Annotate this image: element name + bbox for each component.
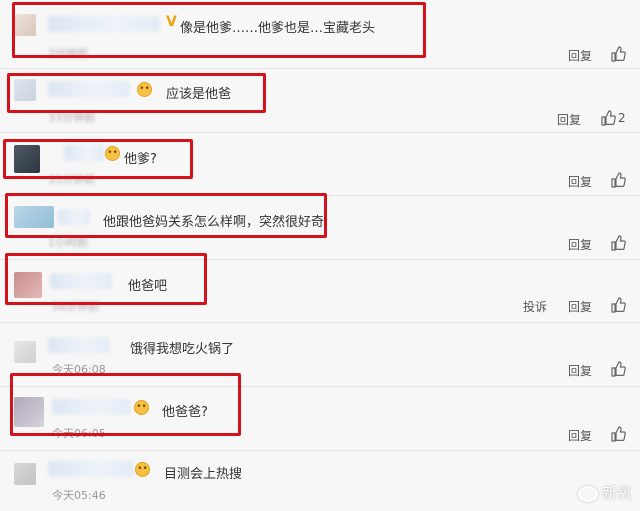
comment-text: 饿得我想吃火锅了 xyxy=(130,342,235,357)
comment-item: 饿得我想吃火锅了 今天06:08 回复 xyxy=(0,323,640,386)
comment-item: V 像是他爹……他爹也是…宝藏老头 2分钟前 回复 xyxy=(0,0,640,68)
username[interactable] xyxy=(52,399,130,415)
comment-list: V 像是他爹……他爹也是…宝藏老头 2分钟前 回复 •• 应该是他爸 33分钟前… xyxy=(0,0,640,511)
avatar[interactable] xyxy=(14,341,36,363)
thumbs-up-icon[interactable] xyxy=(610,46,626,62)
comment-text: 像是他爹……他爹也是…宝藏老头 xyxy=(180,21,376,36)
avatar[interactable] xyxy=(14,272,42,298)
reply-button[interactable]: 回复 xyxy=(568,427,592,444)
username[interactable] xyxy=(48,337,110,353)
thumbs-up-icon[interactable] xyxy=(610,426,626,442)
avatar[interactable] xyxy=(14,79,36,101)
thumbs-up-icon[interactable] xyxy=(610,172,626,188)
thumbs-up-icon[interactable] xyxy=(610,235,626,251)
username[interactable] xyxy=(64,145,104,161)
report-button[interactable]: 投诉 xyxy=(523,298,547,315)
comment-text: 目测会上热搜 xyxy=(164,467,243,482)
comment-item: •• 他爹? 35分钟前 回复 xyxy=(0,133,640,195)
reply-button[interactable]: 回复 xyxy=(557,111,581,128)
timestamp: 35分钟前 xyxy=(48,173,95,186)
reply-button[interactable]: 回复 xyxy=(568,298,592,315)
avatar[interactable] xyxy=(14,145,40,173)
username[interactable] xyxy=(48,461,134,477)
username[interactable] xyxy=(48,16,160,32)
vip-v-icon: V xyxy=(166,14,177,30)
emoji-badge-icon: •• xyxy=(105,146,120,161)
avatar[interactable] xyxy=(14,463,36,485)
timestamp: 1小时前 xyxy=(48,236,88,249)
emoji-badge-icon: •• xyxy=(134,400,149,415)
emoji-badge-icon: •• xyxy=(137,82,152,97)
comment-item: 他爸吧 58分钟前 投诉 回复 xyxy=(0,260,640,322)
wechat-icon xyxy=(577,485,598,502)
thumbs-up-icon[interactable] xyxy=(600,110,616,126)
comment-text: 他爹? xyxy=(124,152,157,167)
comment-item: 他跟他爸妈关系怎么样啊，突然很好奇 1小时前 回复 xyxy=(0,196,640,259)
timestamp: 33分钟前 xyxy=(48,111,95,124)
avatar[interactable] xyxy=(14,397,44,427)
reply-button[interactable]: 回复 xyxy=(568,173,592,190)
timestamp: 今天06:08 xyxy=(52,363,106,376)
username[interactable] xyxy=(58,209,90,225)
username[interactable] xyxy=(48,81,130,97)
like-count: 2 xyxy=(618,111,626,125)
timestamp: 今天06:05 xyxy=(52,427,106,440)
username[interactable] xyxy=(50,273,112,289)
reply-button[interactable]: 回复 xyxy=(568,362,592,379)
emoji-badge-icon: •• xyxy=(135,462,150,477)
comment-text: 他爸吧 xyxy=(128,279,168,294)
comment-item: •• 他爸爸? 今天06:05 回复 xyxy=(0,387,640,450)
watermark-text: 新氧 xyxy=(601,484,632,502)
timestamp: 今天05:46 xyxy=(52,489,106,502)
thumbs-up-icon[interactable] xyxy=(610,297,626,313)
avatar[interactable] xyxy=(14,206,54,228)
watermark: 新氧 xyxy=(577,482,632,503)
reply-button[interactable]: 回复 xyxy=(568,236,592,253)
timestamp: 2分钟前 xyxy=(48,47,88,60)
comment-item: •• 目测会上热搜 今天05:46 xyxy=(0,451,640,511)
thumbs-up-icon[interactable] xyxy=(610,361,626,377)
comment-text: 他爸爸? xyxy=(162,405,208,420)
avatar[interactable] xyxy=(14,14,36,36)
reply-button[interactable]: 回复 xyxy=(568,47,592,64)
timestamp: 58分钟前 xyxy=(52,300,99,313)
comment-text: 他跟他爸妈关系怎么样啊，突然很好奇 xyxy=(103,215,325,230)
comment-text: 应该是他爸 xyxy=(166,87,232,102)
comment-item: •• 应该是他爸 33分钟前 回复 2 xyxy=(0,69,640,132)
